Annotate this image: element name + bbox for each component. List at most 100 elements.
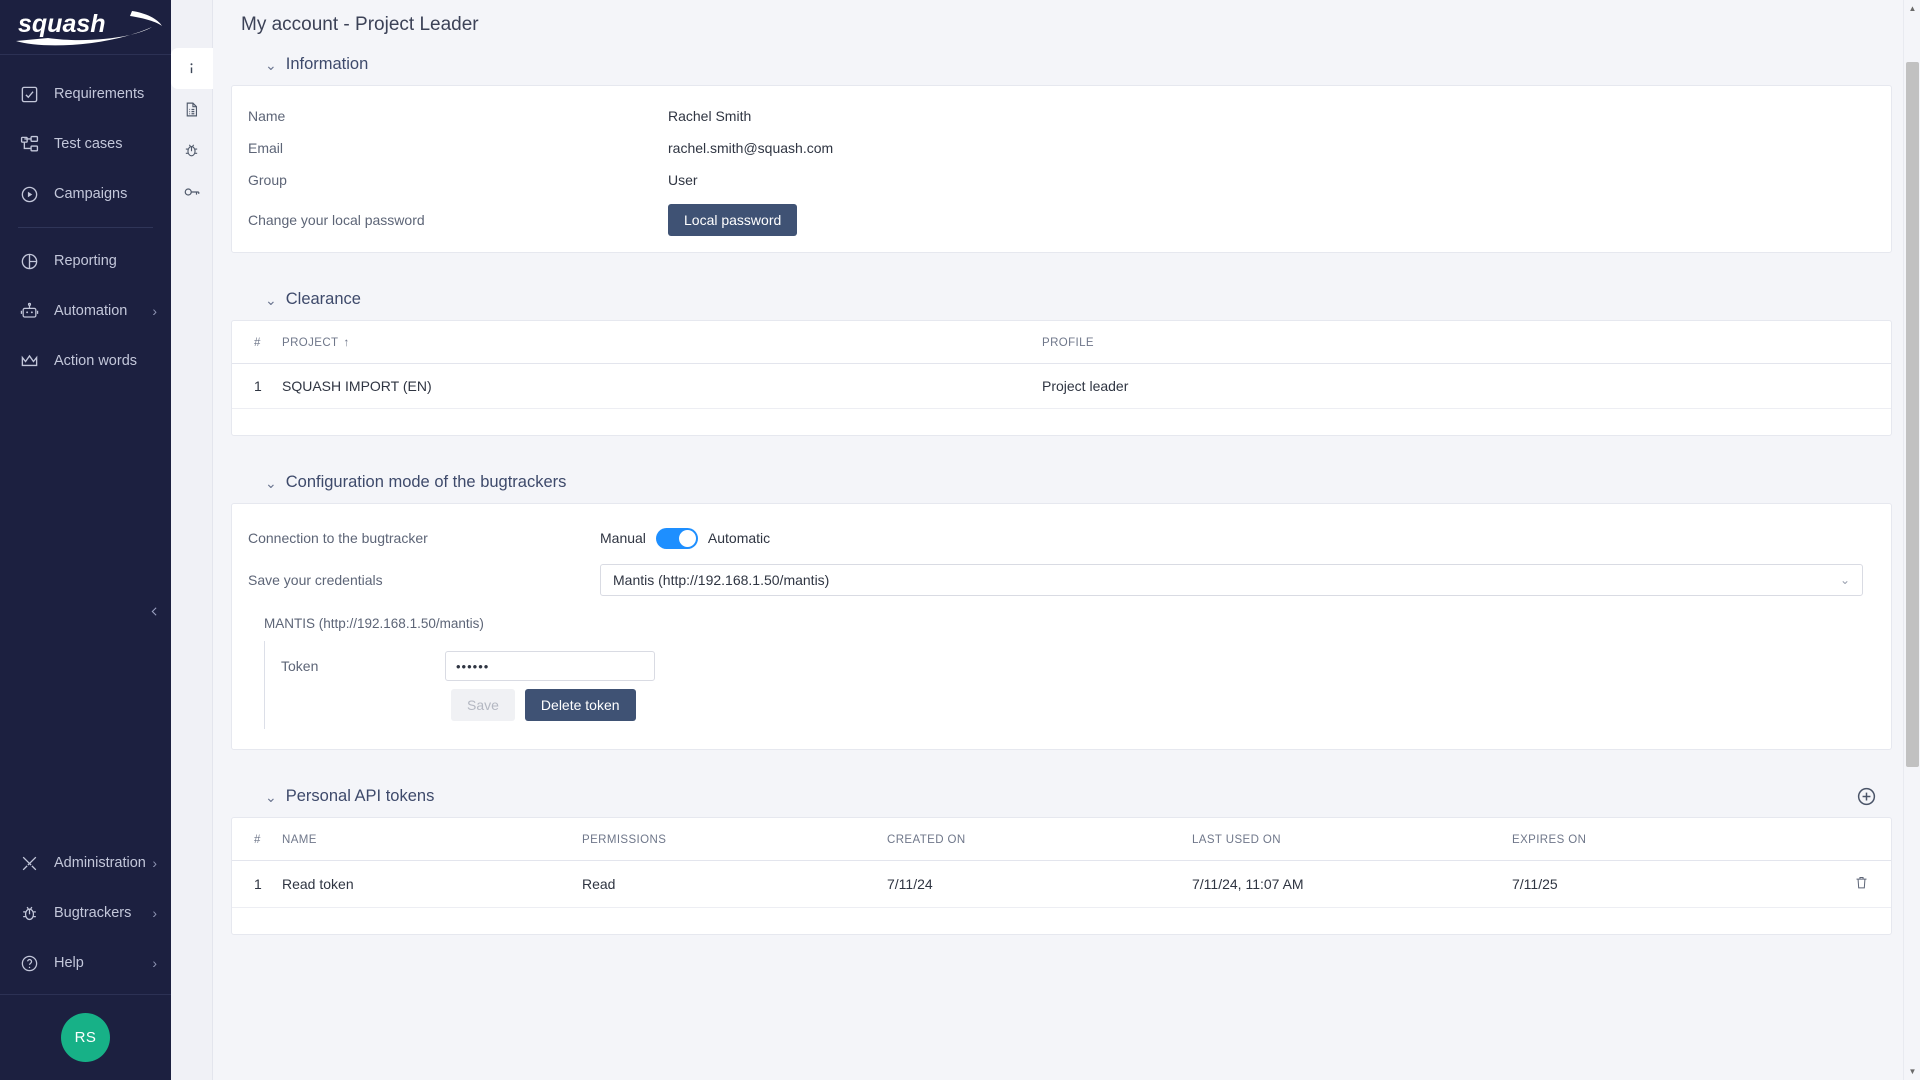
column-header-last-used-on[interactable]: LAST USED ON (1184, 818, 1504, 861)
section-header-clearance[interactable]: ⌄ Clearance (231, 279, 1892, 320)
table-header-row: # NAME PERMISSIONS CREATED ON LAST USED … (232, 818, 1891, 861)
cell-created-on: 7/11/24 (879, 861, 1184, 908)
sidebar-primary-nav: Requirements Test cases Campaigns (0, 55, 171, 386)
credentials-block: Token •••••• Save Delete token (264, 641, 1863, 729)
section-header-api-tokens[interactable]: ⌄ Personal API tokens (231, 776, 1892, 817)
cell-permissions: Read (574, 861, 879, 908)
table-row[interactable]: 1 SQUASH IMPORT (EN) Project leader (232, 364, 1891, 409)
chevron-right-icon: › (152, 956, 157, 970)
section-header-bugtrackers[interactable]: ⌄ Configuration mode of the bugtrackers (231, 462, 1892, 503)
rail-item-api-tokens[interactable] (171, 171, 213, 212)
chevron-right-icon: › (152, 906, 157, 920)
cell-num: 1 (232, 364, 274, 409)
rail-item-clearance[interactable] (171, 89, 213, 130)
clearance-card: # PROJECT↑ PROFILE 1 SQUASH IMPORT (EN) … (231, 320, 1892, 436)
sidebar-item-test-cases[interactable]: Test cases (0, 119, 171, 169)
credentials-label: Save your credentials (248, 572, 600, 588)
vertical-scrollbar[interactable]: ▲ ▼ (1903, 0, 1920, 1080)
sidebar-item-action-words[interactable]: Action words (0, 336, 171, 386)
column-header-permissions[interactable]: PERMISSIONS (574, 818, 879, 861)
cell-num: 1 (232, 861, 274, 908)
info-label: Group (248, 172, 668, 188)
local-password-button[interactable]: Local password (668, 204, 797, 236)
column-header-num: # (232, 321, 274, 364)
svg-text:squash: squash (18, 10, 106, 38)
cell-last-used-on: 7/11/24, 11:07 AM (1184, 861, 1504, 908)
connection-mode-toggle[interactable] (656, 528, 698, 549)
save-token-button[interactable]: Save (451, 689, 515, 721)
question-circle-icon (18, 952, 40, 974)
column-header-expires-on[interactable]: EXPIRES ON (1504, 818, 1845, 861)
scroll-up-arrow[interactable]: ▲ (1904, 0, 1920, 17)
page-title: My account - Project Leader (213, 0, 1920, 44)
sidebar-item-help[interactable]: Help › (0, 938, 171, 988)
scrollbar-thumb[interactable] (1906, 62, 1919, 767)
rail-item-bugtrackers[interactable] (171, 130, 213, 171)
information-card: Name Rachel Smith Email rachel.smith@squ… (231, 85, 1892, 253)
token-actions: Save Delete token (275, 689, 1863, 721)
column-header-actions (1845, 818, 1891, 861)
column-label: PROJECT (282, 337, 338, 349)
credentials-title: MANTIS (http://192.168.1.50/mantis) (248, 598, 1863, 641)
sidebar-item-label: Requirements (54, 86, 144, 102)
table-header-row: # PROJECT↑ PROFILE (232, 321, 1891, 364)
section-title: Clearance (286, 290, 361, 309)
bugtracker-card: Connection to the bugtracker Manual Auto… (231, 503, 1892, 750)
add-token-button[interactable] (1856, 786, 1878, 808)
bug-icon (183, 142, 200, 159)
sidebar-item-label: Administration (54, 855, 146, 871)
delete-row-button[interactable] (1854, 877, 1869, 893)
rail-item-information[interactable] (171, 48, 213, 89)
table-row[interactable]: 1 Read token Read 7/11/24 7/11/24, 11:07… (232, 861, 1891, 908)
column-header-profile[interactable]: PROFILE (1034, 321, 1891, 364)
sidebar-item-bugtrackers[interactable]: Bugtrackers › (0, 888, 171, 938)
column-header-created-on[interactable]: CREATED ON (879, 818, 1184, 861)
robot-icon (18, 300, 40, 322)
section-icon-rail (171, 0, 213, 1080)
squash-logo-icon: squash (12, 5, 164, 49)
info-row-name: Name Rachel Smith (248, 100, 1863, 132)
sidebar-item-automation[interactable]: Automation › (0, 286, 171, 336)
column-header-name[interactable]: NAME (274, 818, 574, 861)
cell-name: Read token (274, 861, 574, 908)
column-header-project[interactable]: PROJECT↑ (274, 321, 1034, 364)
api-tokens-card: # NAME PERMISSIONS CREATED ON LAST USED … (231, 817, 1892, 935)
bug-icon (18, 902, 40, 924)
table-footer-space (232, 908, 1891, 934)
chevron-down-icon: ⌄ (265, 293, 277, 307)
delete-token-button[interactable]: Delete token (525, 689, 636, 721)
clearance-table-body: 1 SQUASH IMPORT (EN) Project leader (232, 364, 1891, 409)
section-title: Configuration mode of the bugtrackers (286, 473, 567, 492)
cell-profile: Project leader (1034, 364, 1891, 409)
scroll-down-arrow[interactable]: ▼ (1904, 1063, 1920, 1080)
credentials-row: Save your credentials Mantis (http://192… (248, 562, 1863, 598)
play-circle-icon (18, 183, 40, 205)
left-sidebar: squash Requirements (0, 0, 171, 1080)
sidebar-item-reporting[interactable]: Reporting (0, 236, 171, 286)
plus-circle-icon (1856, 786, 1877, 807)
information-body: Name Rachel Smith Email rachel.smith@squ… (232, 86, 1891, 252)
checklist-icon (18, 83, 40, 105)
bugtracker-select-value: Mantis (http://192.168.1.50/mantis) (613, 572, 829, 588)
avatar[interactable]: RS (61, 1013, 110, 1062)
toggle-knob (679, 530, 696, 547)
tree-icon (18, 133, 40, 155)
token-input[interactable]: •••••• (445, 651, 655, 681)
clearance-table-head: # PROJECT↑ PROFILE (232, 321, 1891, 364)
tools-icon (18, 852, 40, 874)
chevron-down-icon: ⌄ (1840, 573, 1850, 587)
sidebar-item-requirements[interactable]: Requirements (0, 69, 171, 119)
section-header-information[interactable]: ⌄ Information (231, 44, 1892, 85)
sidebar-item-label: Automation (54, 303, 127, 319)
bugtracker-select[interactable]: Mantis (http://192.168.1.50/mantis) ⌄ (600, 564, 1863, 596)
sidebar-bottom-nav: Administration › Bugtrackers › (0, 838, 171, 994)
sidebar-item-administration[interactable]: Administration › (0, 838, 171, 888)
sidebar-item-campaigns[interactable]: Campaigns (0, 169, 171, 219)
squash-logo[interactable]: squash (0, 0, 171, 54)
bugtracker-body: Connection to the bugtracker Manual Auto… (232, 504, 1891, 749)
info-label: Change your local password (248, 212, 668, 228)
chevron-down-icon: ⌄ (265, 476, 277, 490)
info-value: rachel.smith@squash.com (668, 140, 833, 156)
sidebar-collapse-button[interactable] (143, 600, 165, 622)
toggle-label-automatic: Automatic (708, 530, 770, 546)
